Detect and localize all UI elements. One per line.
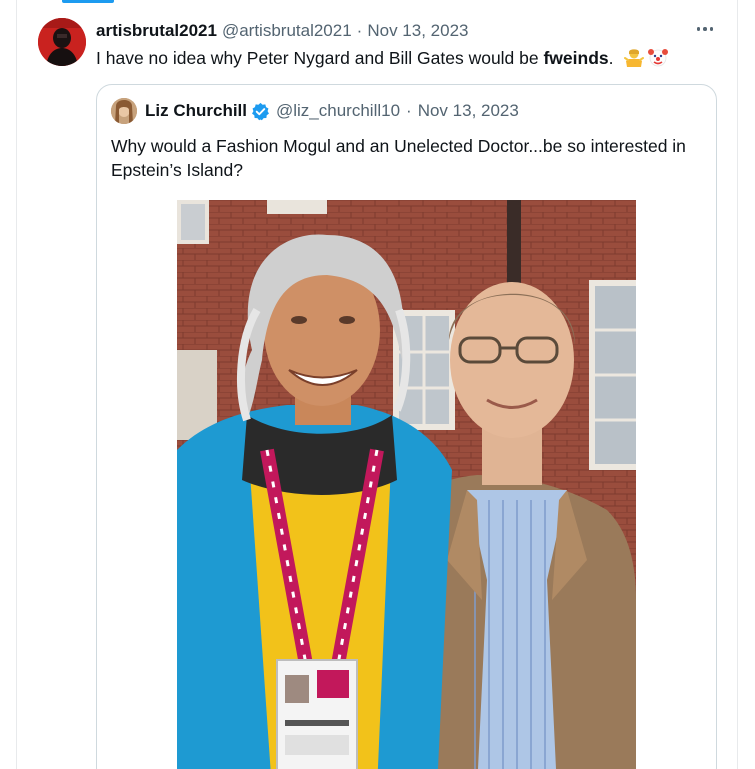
tweet-text-start: I have no idea why Peter Nygard and Bill… xyxy=(96,48,544,68)
avatar[interactable] xyxy=(38,18,86,66)
timeline-left-border xyxy=(16,0,17,769)
timeline-right-border xyxy=(737,0,738,769)
quoted-tweet-card[interactable]: Liz Churchill @liz_churchill10 · Nov 13,… xyxy=(96,84,717,769)
avatar-image xyxy=(38,18,86,66)
separator-dot: · xyxy=(356,21,363,40)
quoted-avatar-image xyxy=(111,98,137,124)
active-tab-indicator xyxy=(62,0,114,3)
quoted-tweet-header: Liz Churchill @liz_churchill10 · Nov 13,… xyxy=(145,101,519,121)
quoted-author-handle[interactable]: @liz_churchill10 xyxy=(276,101,400,121)
separator-dot: · xyxy=(406,101,412,120)
tweet-date[interactable]: Nov 13, 2023 xyxy=(367,21,468,41)
more-icon xyxy=(709,27,714,31)
tweet-text: I have no idea why Peter Nygard and Bill… xyxy=(96,47,669,69)
photo-image xyxy=(177,200,636,769)
tweet-text-bold: fweinds xyxy=(543,48,609,68)
quoted-author-avatar[interactable] xyxy=(111,98,137,124)
quoted-tweet-photo[interactable] xyxy=(177,200,636,769)
tweet-text-end: . xyxy=(608,48,614,68)
author-handle[interactable]: @artisbrutal2021 xyxy=(222,21,352,41)
author-name[interactable]: artisbrutal2021 xyxy=(96,21,217,41)
tweet-header: artisbrutal2021 @artisbrutal2021 · Nov 1… xyxy=(96,21,468,41)
emoji-group xyxy=(624,47,669,67)
clown-face-emoji xyxy=(648,47,669,67)
quoted-tweet-text: Why would a Fashion Mogul and an Unelect… xyxy=(111,136,686,180)
quoted-author-name[interactable]: Liz Churchill xyxy=(145,101,247,121)
person-shrugging-emoji xyxy=(624,47,645,67)
more-options-button[interactable] xyxy=(690,18,720,40)
verified-badge-icon xyxy=(251,102,270,121)
more-icon xyxy=(696,27,701,31)
quoted-tweet-date[interactable]: Nov 13, 2023 xyxy=(418,101,519,121)
more-icon xyxy=(703,27,707,31)
